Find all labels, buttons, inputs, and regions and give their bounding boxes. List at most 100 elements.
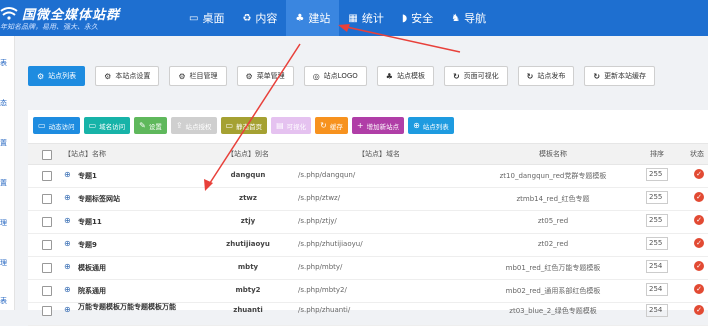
sidebar-item[interactable]: 态 xyxy=(0,98,14,108)
static-home-button[interactable]: ▭ 静态首页 xyxy=(220,117,268,134)
status-check-icon[interactable]: ✓ xyxy=(694,305,704,315)
sort-input[interactable]: 255 xyxy=(646,214,668,227)
table-row[interactable]: ⊕ 模板通用 mbty /s.php/mbty/ mb01_red_红色万能专题… xyxy=(28,256,708,280)
site-logo-button[interactable]: ◎ 站点LOGO xyxy=(303,66,367,86)
settings-button[interactable]: ✎ 设置 xyxy=(134,117,167,134)
site-domain[interactable]: /s.php/dangqun/ xyxy=(298,171,448,179)
site-publish-button[interactable]: ↻ 站点发布 xyxy=(517,66,575,86)
header-domain: 【站点】域名 xyxy=(358,150,400,158)
table-row[interactable]: ⊕ 专题9 zhutijiaoyu /s.php/zhutijiaoyu/ zt… xyxy=(28,233,708,257)
button-label: 站点LOGO xyxy=(323,72,358,80)
globe-icon: ⊕ xyxy=(413,121,420,130)
refresh-icon: ↻ xyxy=(526,71,534,81)
nav-desktop[interactable]: ▭ 桌面 xyxy=(180,0,233,36)
nav-navigation[interactable]: ♞ 导航 xyxy=(442,0,495,36)
site-settings-button[interactable]: ⚙ 本站点设置 xyxy=(95,66,160,86)
row-checkbox[interactable] xyxy=(42,286,52,296)
update-cache-button[interactable]: ↻ 更新本站缓存 xyxy=(584,66,656,86)
nav-security[interactable]: ◗ 安全 xyxy=(393,0,442,36)
site-list-action-button[interactable]: ⊕ 站点列表 xyxy=(408,117,454,134)
sort-input[interactable]: 255 xyxy=(646,237,668,250)
row-checkbox[interactable] xyxy=(42,171,52,181)
sort-input[interactable]: 254 xyxy=(646,283,668,296)
domain-access-button[interactable]: ▭ 域名访问 xyxy=(83,117,131,134)
site-alias: ztwz xyxy=(239,194,257,202)
status-check-icon[interactable]: ✓ xyxy=(694,192,704,202)
visualize-button[interactable]: ▤ 可视化 xyxy=(271,117,312,134)
status-check-icon[interactable]: ✓ xyxy=(694,215,704,225)
sort-input[interactable]: 255 xyxy=(646,168,668,181)
header-sort: 排序 xyxy=(650,150,664,158)
table-row[interactable]: ⊕ 专题1 dangqun /s.php/dangqun/ zt10_dangq… xyxy=(28,164,708,188)
site-auth-button[interactable]: ⇪ 站点授权 xyxy=(170,117,217,134)
header-template: 模板名称 xyxy=(539,150,567,158)
select-all-checkbox[interactable] xyxy=(42,150,52,160)
button-label: 站点发布 xyxy=(537,72,566,80)
site-domain[interactable]: /s.php/ztwz/ xyxy=(298,194,448,202)
nav-content[interactable]: ♻ 内容 xyxy=(233,0,286,36)
button-label: 可视化 xyxy=(286,122,307,131)
globe-icon: ⊕ xyxy=(64,285,71,294)
tree-icon: ♣ xyxy=(295,12,305,24)
site-template: zt02_red xyxy=(537,240,569,248)
sidebar-item[interactable]: 表 xyxy=(0,58,14,68)
site-list-button[interactable]: ⚙ 站点列表 xyxy=(28,66,86,86)
site-name: 模板通用 xyxy=(78,264,106,272)
status-check-icon[interactable]: ✓ xyxy=(694,169,704,179)
sort-input[interactable]: 255 xyxy=(646,191,668,204)
recycle-icon: ♻ xyxy=(242,12,252,24)
page-visual-button[interactable]: ↻ 页面可视化 xyxy=(443,66,508,86)
sidebar-item[interactable]: 置 xyxy=(0,178,14,188)
top-header: 国微全媒体站群 年知名品牌，易用、强大、永久 ▭ 桌面 ♻ 内容 ♣ 建站 ▦ 统计 ◗… xyxy=(0,0,708,36)
site-template: zt05_red xyxy=(537,217,569,225)
sidebar-item[interactable]: 理 xyxy=(0,218,14,228)
site-template-button[interactable]: ♣ 站点模板 xyxy=(376,66,434,86)
button-label: 页面可视化 xyxy=(463,72,499,80)
button-label: 站点列表 xyxy=(48,72,77,80)
sort-input[interactable]: 254 xyxy=(646,260,668,273)
logo: 国微全媒体站群 年知名品牌，易用、强大、永久 xyxy=(0,2,150,34)
sidebar-item[interactable]: 置 xyxy=(0,138,14,148)
site-name: 专题9 xyxy=(78,241,97,249)
site-name: 万能专题模板万能专题模板万能 xyxy=(78,303,176,311)
sidebar-item[interactable]: 理 xyxy=(0,258,14,268)
row-checkbox[interactable] xyxy=(42,306,52,316)
nav-label: 建站 xyxy=(308,12,331,25)
sort-input[interactable]: 254 xyxy=(646,304,668,317)
nav-label: 导航 xyxy=(464,12,487,25)
cache-button[interactable]: ↻ 缓存 xyxy=(315,117,348,134)
gear-icon: ⚙ xyxy=(178,71,186,81)
site-domain[interactable]: /s.php/mbty2/ xyxy=(298,286,448,294)
row-checkbox[interactable] xyxy=(42,263,52,273)
globe-icon: ⊕ xyxy=(64,193,71,202)
refresh-icon: ↻ xyxy=(593,71,601,81)
nav-build-site[interactable]: ♣ 建站 xyxy=(286,0,340,36)
dynamic-access-button[interactable]: ▭ 动态访问 xyxy=(33,117,80,134)
header-status: 状态 xyxy=(690,150,704,158)
action-bar: ▭ 动态访问 ▭ 域名访问 ✎ 设置 ⇪ 站点授权 ▭ 静态首页 ▤ 可视化 ↻ 缓存 + 增加… xyxy=(33,117,458,135)
menu-manage-button[interactable]: ⚙ 菜单管理 xyxy=(236,66,294,86)
table-row[interactable]: ⊕ 专题11 ztjy /s.php/ztjy/ zt05_red 255 ✓ xyxy=(28,210,708,234)
site-domain[interactable]: /s.php/zhutijiaoyu/ xyxy=(298,240,448,248)
table-row[interactable]: ⊕ 专题标签网站 ztwz /s.php/ztwz/ ztmb14_red_红色… xyxy=(28,187,708,211)
header-name: 【站点】名称 xyxy=(64,150,106,158)
row-checkbox[interactable] xyxy=(42,194,52,204)
site-domain[interactable]: /s.php/mbty/ xyxy=(298,263,448,271)
nav-stats[interactable]: ▦ 统计 xyxy=(339,0,392,36)
status-check-icon[interactable]: ✓ xyxy=(694,261,704,271)
table-row[interactable]: ⊕ 院系通用 mbty2 /s.php/mbty2/ mb02_red_通用系部… xyxy=(28,279,708,303)
sidebar-item[interactable]: 表 xyxy=(0,296,14,306)
monitor-icon: ▭ xyxy=(88,121,97,130)
row-checkbox[interactable] xyxy=(42,240,52,250)
refresh-icon: ↻ xyxy=(320,121,327,130)
status-check-icon[interactable]: ✓ xyxy=(694,238,704,248)
status-check-icon[interactable]: ✓ xyxy=(694,284,704,294)
site-alias: ztjy xyxy=(240,217,256,225)
row-checkbox[interactable] xyxy=(42,217,52,227)
site-domain[interactable]: /s.php/zhuanti/ xyxy=(298,306,448,314)
table-row[interactable]: ⊕ 万能专题模板万能专题模板万能 zhuanti /s.php/zhuanti/… xyxy=(28,302,708,326)
column-manage-button[interactable]: ⚙ 栏目管理 xyxy=(169,66,227,86)
site-domain[interactable]: /s.php/ztjy/ xyxy=(298,217,448,225)
add-site-button[interactable]: + 增加新站点 xyxy=(351,117,405,134)
navigation-icon: ♞ xyxy=(451,12,461,24)
